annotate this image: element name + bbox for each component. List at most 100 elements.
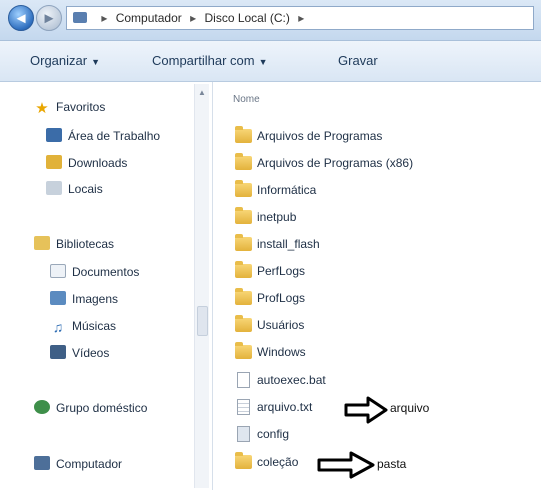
folder-item[interactable]: Arquivos de Programas (x86) [235,152,413,174]
recent-places-icon [46,181,62,195]
desktop-icon [46,128,62,142]
nav-downloads[interactable]: Downloads [46,153,127,173]
title-bar: ◄ ► ▸ Computador ▸ Disco Local (C:) ▸ [0,0,541,41]
nav-documents-label: Documentos [72,265,140,279]
back-arrow-icon: ◄ [13,10,29,27]
burn-button[interactable]: Gravar [338,53,378,68]
share-with-button[interactable]: Compartilhar com ▼ [152,53,268,68]
command-bar: Organizar ▼ Compartilhar com ▼ Gravar [0,41,541,82]
item-label: arquivo.txt [257,400,313,414]
breadcrumb-computer[interactable]: Computador [116,11,182,25]
nav-documents[interactable]: Documentos [50,262,139,282]
computer-icon [34,456,50,470]
chevron-down-icon: ▼ [91,57,100,67]
item-label: PerfLogs [257,264,306,278]
item-label: Informática [257,183,317,197]
downloads-icon [46,155,62,169]
item-label: inetpub [257,210,297,224]
item-label: Arquivos de Programas [257,129,383,143]
folder-icon [235,153,252,170]
folder-item[interactable]: Informática [235,179,316,201]
nav-desktop[interactable]: Área de Trabalho [46,126,160,146]
folder-item[interactable]: install_flash [235,233,320,255]
folder-icon [235,261,252,278]
nav-desktop-label: Área de Trabalho [68,129,161,143]
folder-icon [235,342,252,359]
column-header-name[interactable]: Nome [233,94,260,105]
text-file-icon [237,399,250,415]
images-icon [50,291,66,305]
nav-scrollbar[interactable]: ▲ [194,84,209,488]
nav-music[interactable]: ♫ Músicas [50,316,116,336]
item-label: coleção [257,455,299,469]
music-note-icon: ♫ [52,319,64,335]
folder-item[interactable]: inetpub [235,206,296,228]
forward-arrow-icon: ► [41,10,57,27]
annotation-label-file: arquivo [390,401,430,415]
folder-item[interactable]: coleção [235,451,298,473]
folder-icon [235,452,252,469]
nav-computer[interactable]: Computador [34,454,122,474]
folder-icon [235,288,252,305]
forward-button[interactable]: ► [36,5,62,31]
item-label: ProfLogs [257,291,306,305]
navigation-pane: ★ Favoritos Área de Trabalho Downloads Lo… [0,82,213,490]
config-file-icon [237,426,250,442]
burn-label: Gravar [338,53,378,68]
share-with-label: Compartilhar com [152,53,255,68]
star-icon: ★ [35,100,49,117]
breadcrumb-separator-icon: ▸ [101,11,108,25]
folder-item[interactable]: Windows [235,341,306,363]
item-label: Usuários [257,318,305,332]
nav-images-label: Imagens [72,292,119,306]
scroll-up-icon[interactable]: ▲ [198,88,206,97]
scrollbar-thumb[interactable] [197,306,208,336]
item-label: install_flash [257,237,320,251]
item-label: Windows [257,345,306,359]
annotation-arrow-folder [317,451,375,479]
breadcrumb-separator-icon: ▸ [298,11,305,25]
folder-item[interactable]: ProfLogs [235,287,305,309]
folder-icon [235,126,252,143]
breadcrumb-separator-icon: ▸ [190,11,197,25]
videos-icon [50,345,66,359]
organize-label: Organizar [30,53,88,68]
nav-homegroup-label: Grupo doméstico [56,401,148,415]
computer-icon [73,12,87,23]
item-label: autoexec.bat [257,373,326,387]
file-item[interactable]: autoexec.bat [235,369,326,391]
organize-button[interactable]: Organizar ▼ [30,53,100,68]
nav-videos[interactable]: Vídeos [50,343,109,363]
back-button[interactable]: ◄ [8,5,34,31]
nav-images[interactable]: Imagens [50,289,118,309]
nav-libraries-label: Bibliotecas [56,237,115,251]
folder-item[interactable]: PerfLogs [235,260,305,282]
nav-libraries[interactable]: Bibliotecas [34,234,114,254]
folder-icon [235,315,252,332]
address-bar[interactable]: ▸ Computador ▸ Disco Local (C:) ▸ [66,6,534,30]
libraries-icon [34,236,50,250]
folder-item[interactable]: Arquivos de Programas [235,125,382,147]
breadcrumb-local-disk[interactable]: Disco Local (C:) [204,11,289,25]
nav-recent-label: Locais [68,182,103,196]
nav-music-label: Músicas [72,319,117,333]
file-item[interactable]: config [235,423,289,445]
annotation-label-folder: pasta [377,457,407,471]
nav-videos-label: Vídeos [72,346,110,360]
annotation-arrow-file [344,396,388,424]
file-item[interactable]: arquivo.txt [235,396,312,418]
folder-icon [235,234,252,251]
nav-homegroup[interactable]: Grupo doméstico [34,398,147,418]
folder-icon [235,180,252,197]
nav-computer-label: Computador [56,457,123,471]
item-label: Arquivos de Programas (x86) [257,156,414,170]
documents-icon [50,264,66,278]
nav-favorites[interactable]: ★ Favoritos [34,97,105,117]
nav-recent[interactable]: Locais [46,179,103,199]
folder-item[interactable]: Usuários [235,314,304,336]
nav-downloads-label: Downloads [68,156,128,170]
homegroup-icon [34,400,50,414]
item-label: config [257,427,290,441]
file-list-pane: Nome Arquivos de Programas Arquivos de Pr… [213,82,541,490]
file-icon [237,372,250,388]
